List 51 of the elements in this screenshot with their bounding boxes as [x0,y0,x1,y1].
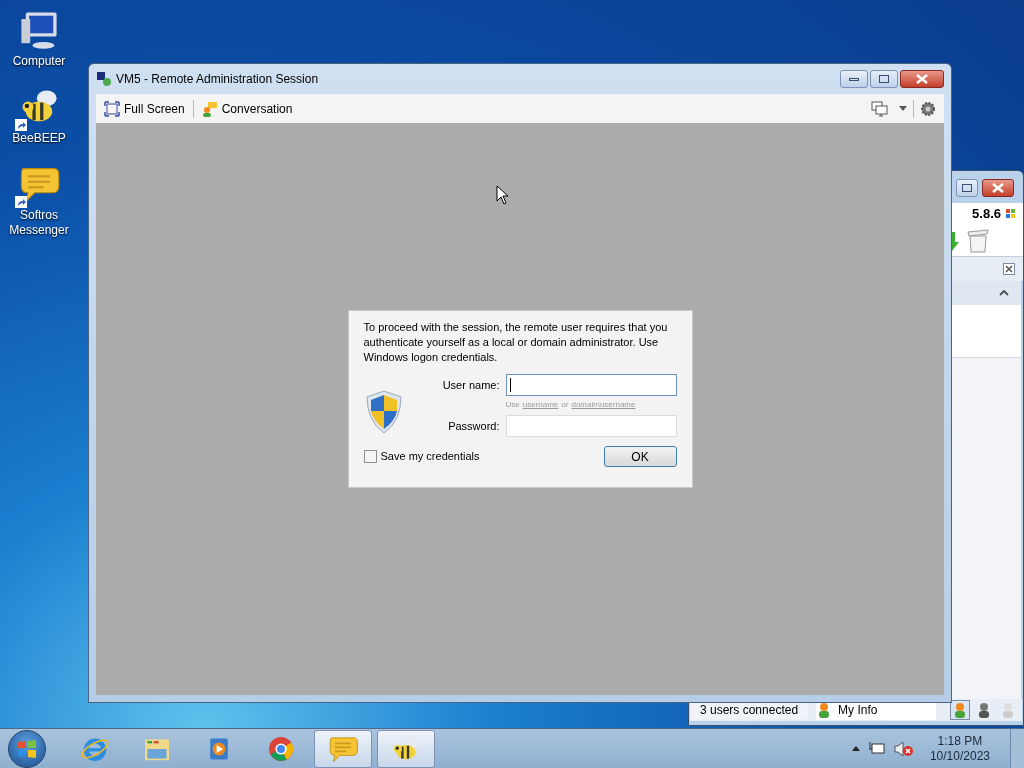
shortcut-arrow-icon [15,196,27,208]
version-label: 5.8.6 [972,205,1001,224]
ok-button[interactable]: OK [603,446,677,467]
password-label: Password: [448,418,500,434]
user-status-button[interactable] [950,700,970,720]
maximize-button[interactable] [956,179,978,197]
full-screen-button[interactable]: Full Screen [104,99,185,118]
minimize-button[interactable] [840,70,868,88]
trash-icon [967,228,989,253]
close-icon [1005,265,1013,273]
shield-icon [363,389,404,435]
caret-icon [899,106,907,111]
close-icon [992,183,1004,193]
desktop-icon-label[interactable]: Computer [4,54,74,69]
clock-date[interactable]: 10/10/2023 [929,748,990,764]
monitor-dropdown-button[interactable] [871,100,907,117]
save-credentials-label: Save my credentials [380,449,480,465]
save-credentials-checkbox[interactable] [363,450,377,463]
maximize-button[interactable] [870,70,898,88]
muted-speaker-icon [893,740,914,757]
mouse-cursor-icon [496,185,509,205]
close-pane-button[interactable] [1003,263,1015,275]
window-title: VM5 - Remote Administration Session [116,71,319,88]
close-button[interactable] [982,179,1014,197]
settings-button[interactable] [920,100,936,117]
collapse-chevron-icon [999,290,1009,296]
conversation-button[interactable]: Conversation [201,99,293,118]
show-desktop-button[interactable] [1010,728,1024,768]
windows-flag-icon [1005,208,1017,220]
taskbar-app-button[interactable] [377,729,435,768]
gear-icon [920,100,936,117]
username-field[interactable] [505,374,677,396]
dialog-message: To proceed with the session, the remote user requires that you authenticate yourself as a local or domain administrator. Use Windows logon credentials. [363,320,669,365]
remote-screen-icon [96,71,112,87]
clock-time[interactable]: 1:18 PM [937,733,983,749]
taskbar-app-button[interactable] [314,729,372,768]
start-button[interactable] [8,729,46,768]
username-label: User name: [442,377,500,393]
password-field[interactable] [505,415,677,437]
close-icon [916,74,928,84]
tray-expand-icon [851,746,860,751]
chat-users-icon [201,100,218,117]
windows-logo-icon [17,738,37,759]
username-hint: Use username or domain\username [505,399,637,411]
expand-icon [104,100,120,117]
network-icon [867,740,886,757]
desktop-icon-label[interactable]: BeeBEEP [4,131,74,146]
shortcut-arrow-icon [15,119,27,131]
close-button[interactable] [900,70,944,88]
monitors-icon [871,100,889,117]
desktop-icon-label[interactable]: Softros Messenger [4,208,74,238]
